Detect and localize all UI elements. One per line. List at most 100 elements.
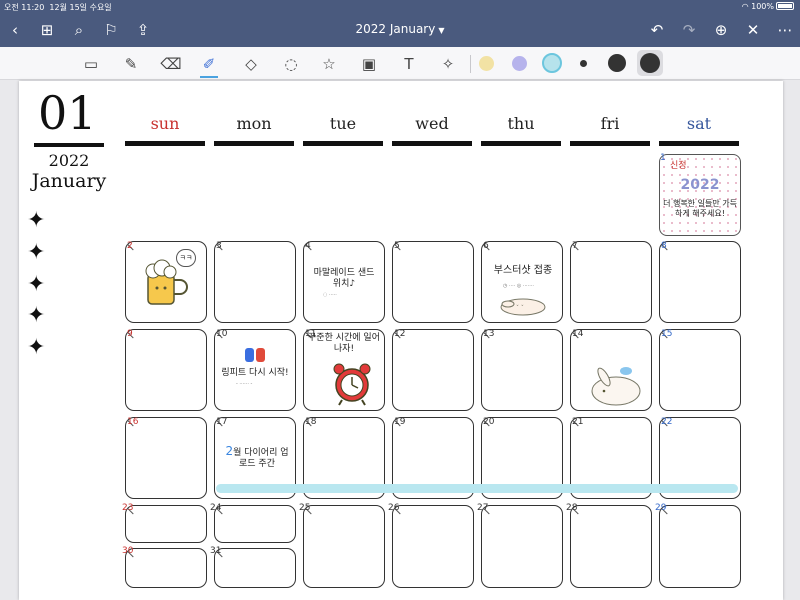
image-icon[interactable]: ▣	[358, 53, 380, 75]
day-number: 28	[566, 503, 578, 513]
status-time: 오전 11:20	[4, 3, 45, 12]
sticker-text: 꾸준한 시간에 일어나자!	[308, 333, 380, 354]
day-cell[interactable]	[392, 505, 474, 588]
day-cell[interactable]	[659, 241, 741, 323]
day-number: 13	[483, 329, 495, 339]
weekday-rule	[659, 141, 739, 146]
day-number: 4	[305, 241, 311, 251]
wifi-icon: ◠	[741, 2, 749, 11]
status-date: 12월 15일 수요일	[49, 3, 112, 12]
lasso-icon[interactable]: ◌	[280, 53, 302, 75]
day-cell[interactable]	[125, 329, 207, 411]
color-swatch-yellow[interactable]	[479, 56, 494, 71]
day-number: 31	[210, 546, 222, 556]
sticker-text: 마말레이드 샌드위치♪	[313, 268, 375, 289]
eraser-icon[interactable]: ⌫	[160, 53, 182, 75]
highlighter-icon[interactable]: ✐	[198, 53, 220, 78]
day-number: 12	[394, 329, 406, 339]
day-number: 20	[483, 417, 495, 427]
sticker-caption: - ······ -	[236, 381, 253, 387]
sticker-icon[interactable]: ☆	[318, 53, 340, 75]
day-number: 2	[127, 241, 133, 251]
day-number: 30	[122, 546, 134, 556]
svg-text:ˇ ˇ: ˇ ˇ	[516, 305, 524, 312]
sticker-wish-text: 더 행복한 일들만 가득하게 해주세요!	[663, 199, 737, 218]
top-bar: 오전 11:20 12월 15일 수요일 ◠ 100% ‹ ⊞ ⌕ ⚐ ⇪ 20…	[0, 0, 800, 47]
day-number: 27	[477, 503, 489, 513]
day-number: 6	[483, 241, 489, 251]
color-swatch-purple[interactable]	[512, 56, 527, 71]
pen-icon[interactable]: ✎	[120, 53, 142, 75]
sticker-highlight-number: 2	[225, 444, 234, 458]
weekday-rule	[570, 141, 650, 146]
bunny-sticker[interactable]	[588, 363, 644, 407]
sparkle-icon: ✦	[27, 240, 46, 265]
day-number: 3	[216, 241, 222, 251]
stroke-size-medium[interactable]	[608, 54, 626, 72]
sticker-text: 부스터샷 접종	[493, 265, 553, 276]
weekday-rule	[303, 141, 383, 146]
day-cell[interactable]	[214, 548, 296, 588]
toolbar-divider	[470, 55, 471, 73]
day-number: 24	[210, 503, 222, 513]
speech-bubble: ㅋㅋ	[176, 249, 196, 267]
stroke-size-large[interactable]	[640, 53, 660, 73]
weekday-rule	[481, 141, 561, 146]
day-number: 21	[572, 417, 584, 427]
day-number: 22	[661, 417, 673, 427]
tool-bar: ▭ ✎ ⌫ ✐ ◇ ◌ ☆ ▣ T ✧	[0, 47, 800, 80]
stroke-size-small[interactable]	[580, 60, 587, 67]
undo-icon[interactable]: ↶	[646, 20, 668, 40]
day-number: 17	[216, 417, 228, 427]
weekday-tue: tue	[329, 114, 357, 133]
highlighter-stroke	[216, 484, 738, 493]
add-page-icon[interactable]: ⊕	[710, 20, 732, 40]
day-cell[interactable]	[392, 241, 474, 323]
document-title-text: 2022 January	[355, 22, 436, 36]
day-cell[interactable]	[125, 417, 207, 499]
day-cell[interactable]	[570, 505, 652, 588]
text-tool-icon[interactable]: T	[398, 53, 420, 75]
day-cell[interactable]	[481, 505, 563, 588]
day-cell[interactable]	[125, 548, 207, 588]
weekday-wed: wed	[415, 114, 449, 133]
sticker-text: 링피트 다시 시작!	[221, 368, 289, 378]
day-cell[interactable]	[659, 505, 741, 588]
day-cell[interactable]	[392, 329, 474, 411]
more-icon[interactable]: ⋯	[774, 20, 796, 40]
day-cell[interactable]	[659, 329, 741, 411]
day-cell[interactable]	[570, 241, 652, 323]
sticker-text-body: 월 다이어리 업로드 주간	[233, 448, 289, 469]
day-number: 9	[127, 329, 133, 339]
day-cell[interactable]	[214, 241, 296, 323]
weekday-thu: thu	[507, 114, 535, 133]
day-number: 23	[122, 503, 134, 513]
day-cell[interactable]	[125, 505, 207, 543]
day-number: 15	[661, 329, 673, 339]
day-number: 25	[299, 503, 311, 513]
weekday-rule	[214, 141, 294, 146]
day-number: 19	[394, 417, 406, 427]
weekday-sat: sat	[686, 114, 712, 133]
day-cell[interactable]	[481, 329, 563, 411]
weekday-sun: sun	[150, 114, 180, 133]
sleeping-bunny-sticker[interactable]: ˇ ˇ	[498, 295, 548, 317]
new-year-sticker[interactable]: 신정 2022 더 행복한 일들만 가득하게 해주세요!	[659, 154, 741, 236]
day-cell[interactable]	[214, 505, 296, 543]
sticker-caption: ◷ ···· ◎ ·······	[503, 283, 534, 289]
holiday-label: 신정	[670, 161, 687, 171]
sidebar-toggle-icon[interactable]: ▭	[80, 53, 102, 75]
close-icon[interactable]: ✕	[742, 20, 764, 40]
battery-percent: 100%	[751, 2, 774, 11]
day-number: 18	[305, 417, 317, 427]
laser-pointer-icon[interactable]: ✧	[437, 53, 459, 75]
alarm-clock-sticker[interactable]	[330, 360, 374, 406]
color-swatch-blue-selected[interactable]	[542, 53, 562, 73]
shapes-icon[interactable]: ◇	[240, 53, 262, 75]
sticker-year: 2022	[680, 177, 720, 193]
battery-icon	[776, 2, 794, 10]
sparkle-icon: ✦	[27, 303, 46, 328]
redo-icon[interactable]: ↷	[678, 20, 700, 40]
weekday-rule	[392, 141, 472, 146]
day-cell[interactable]	[303, 505, 385, 588]
